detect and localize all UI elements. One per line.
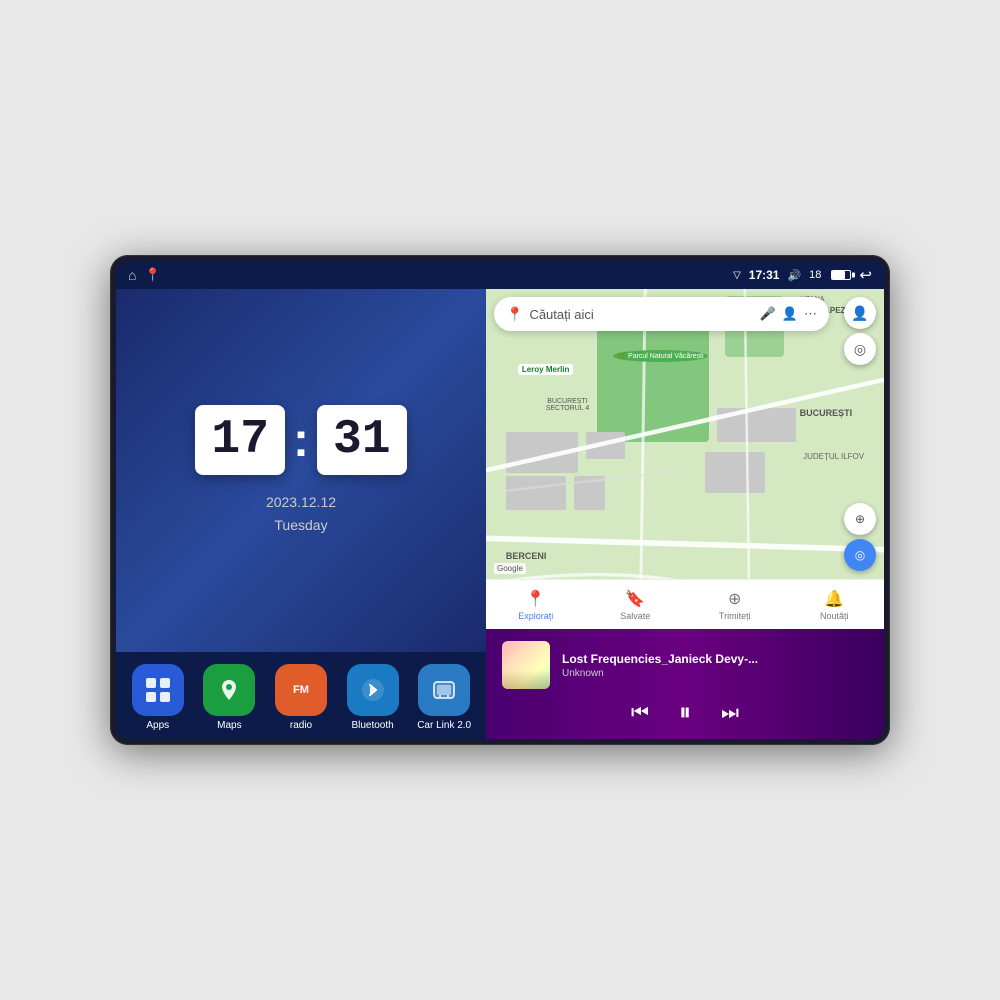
play-pause-button[interactable]: ⏸ — [679, 699, 691, 727]
clock-date: 2023.12.12 Tuesday — [266, 491, 336, 536]
album-art — [502, 641, 550, 689]
news-icon: 🔔 — [824, 589, 844, 609]
map-search-right-icons: 🎤 👤 ⋯ — [760, 306, 817, 322]
music-details: Lost Frequencies_Janieck Devy-... Unknow… — [562, 652, 868, 679]
clock-minutes: 31 — [317, 405, 407, 475]
explore-icon: 📍 — [526, 589, 546, 609]
radio-label: radio — [290, 720, 312, 731]
status-bar: ⌂ 📍 ▽ 17:31 🔊 18 ↩ — [116, 261, 884, 289]
bluetooth-icon-bg — [347, 664, 399, 716]
volume-icon: 🔊 — [787, 269, 801, 282]
mic-icon[interactable]: 🎤 — [760, 306, 776, 322]
back-icon[interactable]: ↩ — [859, 266, 872, 284]
carlink-icon — [418, 664, 470, 716]
music-title: Lost Frequencies_Janieck Devy-... — [562, 652, 868, 666]
clock-separator: : — [293, 413, 309, 468]
clock-widget: 17 : 31 2023.12.12 Tuesday — [116, 289, 486, 652]
map-background: TRAPEZULUI UZANA BERCENI BUCUREȘTI JUDEȚ… — [486, 289, 884, 629]
right-panel: TRAPEZULUI UZANA BERCENI BUCUREȘTI JUDEȚ… — [486, 289, 884, 739]
map-nav-news[interactable]: 🔔 Noutăți — [785, 580, 885, 629]
apps-label: Apps — [146, 720, 169, 731]
account-icon[interactable]: 👤 — [782, 306, 798, 322]
map-compass-btn[interactable]: ⊕ — [844, 503, 876, 535]
app-item-bluetooth[interactable]: Bluetooth — [340, 664, 405, 731]
bucuresti-label: BUCUREȘTI — [800, 408, 853, 418]
clock-display: 17 : 31 — [195, 405, 406, 475]
app-item-maps[interactable]: Maps — [197, 664, 262, 731]
prev-button[interactable]: ⏮ — [631, 702, 649, 725]
map-location-btn[interactable]: ◎ — [844, 539, 876, 571]
battery-level: 18 — [809, 269, 821, 281]
signal-icon: ▽ — [733, 270, 741, 281]
saved-icon: 🔖 — [625, 589, 645, 609]
map-controls: 👤 ◎ — [844, 297, 876, 365]
app-item-apps[interactable]: Apps — [125, 664, 190, 731]
screen: ⌂ 📍 ▽ 17:31 🔊 18 ↩ 17 — [116, 261, 884, 739]
home-icon[interactable]: ⌂ — [128, 267, 136, 283]
share-icon: ⊕ — [728, 589, 741, 609]
map-search-extra[interactable]: ⋯ — [804, 306, 817, 322]
berceni-label: BERCENI — [506, 551, 547, 561]
map-area[interactable]: TRAPEZULUI UZANA BERCENI BUCUREȘTI JUDEȚ… — [486, 289, 884, 629]
music-player: Lost Frequencies_Janieck Devy-... Unknow… — [486, 629, 884, 739]
clock-hours: 17 — [195, 405, 285, 475]
battery-icon — [831, 270, 851, 280]
maps-icon — [203, 664, 255, 716]
bluetooth-label: Bluetooth — [351, 720, 393, 731]
map-nav-share[interactable]: ⊕ Trimiteți — [685, 580, 785, 629]
map-search-bar[interactable]: 📍 Căutați aici 🎤 👤 ⋯ — [494, 297, 829, 331]
map-layers-btn[interactable]: ◎ — [844, 333, 876, 365]
app-item-carlink[interactable]: Car Link 2.0 — [412, 664, 477, 731]
map-search-text: Căutați aici — [529, 307, 753, 322]
left-panel: 17 : 31 2023.12.12 Tuesday — [116, 289, 486, 739]
carlink-label: Car Link 2.0 — [417, 720, 471, 731]
music-info-row: Lost Frequencies_Janieck Devy-... Unknow… — [502, 641, 868, 689]
ilfov-label: JUDEȚUL ILFOV — [803, 452, 864, 461]
apps-row: Apps Maps FM — [116, 652, 486, 739]
status-left-icons: ⌂ 📍 — [128, 267, 161, 283]
album-art-image — [502, 641, 550, 689]
app-item-radio[interactable]: FM radio — [268, 664, 333, 731]
google-logo: Google — [494, 563, 526, 574]
time-display: 17:31 — [749, 268, 780, 282]
car-head-unit: ⌂ 📍 ▽ 17:31 🔊 18 ↩ 17 — [110, 255, 890, 745]
maps-label: Maps — [217, 720, 241, 731]
map-nav-explore[interactable]: 📍 Explorați — [486, 580, 586, 629]
map-nav-saved[interactable]: 🔖 Salvate — [586, 580, 686, 629]
map-bottom-nav: 📍 Explorați 🔖 Salvate ⊕ Trimiteți 🔔 — [486, 579, 884, 629]
main-content: 17 : 31 2023.12.12 Tuesday — [116, 289, 884, 739]
apps-icon — [132, 664, 184, 716]
sector4-label: BUCUREȘTISECTORUL 4 — [546, 398, 590, 412]
status-right-info: ▽ 17:31 🔊 18 ↩ — [733, 266, 872, 284]
next-button[interactable]: ⏭ — [721, 702, 739, 725]
radio-icon: FM — [275, 664, 327, 716]
music-controls: ⏮ ⏸ ⏭ — [502, 699, 868, 727]
leroy-label: Leroy Merlin — [518, 364, 574, 375]
maps-pin-icon[interactable]: 📍 — [144, 267, 160, 283]
map-account-btn[interactable]: 👤 — [844, 297, 876, 329]
music-artist: Unknown — [562, 668, 868, 679]
map-search-pin-icon: 📍 — [506, 306, 523, 323]
